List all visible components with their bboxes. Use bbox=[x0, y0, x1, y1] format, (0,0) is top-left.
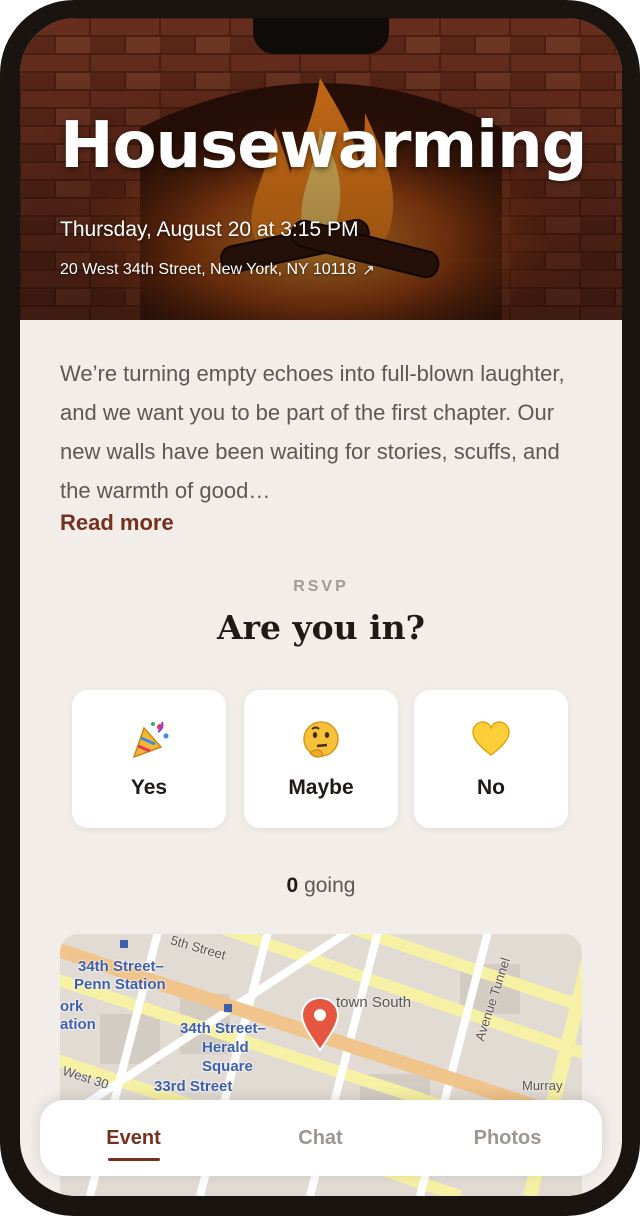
map-label-34th: 34th Street– bbox=[180, 1020, 266, 1037]
rsvp-label: RSVP bbox=[293, 578, 349, 595]
rsvp-no-button[interactable]: No bbox=[414, 690, 568, 828]
bottom-tab-bar: Event Chat Photos bbox=[40, 1100, 602, 1176]
rsvp-yes-button[interactable]: Yes bbox=[72, 690, 226, 828]
app-screen: Housewarming Thursday, August 20 at 3:15… bbox=[20, 18, 622, 1196]
event-address-link[interactable]: 20 West 34th Street, New York, NY 10118 … bbox=[60, 261, 375, 279]
map-street-murray: Murray bbox=[522, 1078, 563, 1093]
map-pin-icon bbox=[300, 996, 340, 1052]
going-number: 0 bbox=[286, 874, 299, 897]
event-hero: Housewarming Thursday, August 20 at 3:15… bbox=[20, 18, 622, 320]
rsvp-no-label: No bbox=[477, 776, 505, 799]
rsvp-maybe-label: Maybe bbox=[288, 776, 354, 799]
map-label-ation: ation bbox=[60, 1016, 96, 1033]
active-tab-indicator bbox=[108, 1158, 160, 1161]
map-label-square: Square bbox=[202, 1058, 253, 1075]
party-popper-icon bbox=[72, 720, 226, 765]
tab-photos[interactable]: Photos bbox=[414, 1100, 601, 1176]
event-description: We’re turning empty echoes into full-blo… bbox=[60, 361, 565, 503]
going-count: 0 going bbox=[20, 874, 622, 898]
read-more-link[interactable]: Read more bbox=[60, 510, 174, 536]
map-label-herald: Herald bbox=[202, 1039, 249, 1056]
event-address: 20 West 34th Street, New York, NY 10118 bbox=[60, 261, 357, 278]
tab-chat[interactable]: Chat bbox=[227, 1100, 414, 1176]
map-label-station: 34th Street– bbox=[78, 958, 164, 975]
yellow-heart-icon bbox=[414, 720, 568, 763]
arrow-up-right-icon: ↗ bbox=[362, 262, 375, 279]
rsvp-heading: Are you in? bbox=[216, 608, 425, 647]
going-text: going bbox=[304, 874, 356, 897]
rsvp-yes-label: Yes bbox=[130, 776, 168, 799]
map-street-town-south: town South bbox=[336, 994, 412, 1011]
event-date: Thursday, August 20 at 3:15 PM bbox=[60, 218, 359, 241]
map-label-penn: Penn Station bbox=[74, 976, 166, 993]
map-label-ork: ork bbox=[60, 998, 84, 1015]
phone-frame: Housewarming Thursday, August 20 at 3:15… bbox=[0, 0, 640, 1216]
rsvp-maybe-button[interactable]: Maybe bbox=[244, 690, 398, 828]
thinking-face-icon bbox=[244, 720, 398, 765]
map-label-33rd: 33rd Street bbox=[154, 1078, 233, 1095]
event-title: Housewarming bbox=[60, 109, 587, 183]
phone-notch bbox=[253, 18, 389, 54]
tab-event[interactable]: Event bbox=[40, 1100, 227, 1176]
